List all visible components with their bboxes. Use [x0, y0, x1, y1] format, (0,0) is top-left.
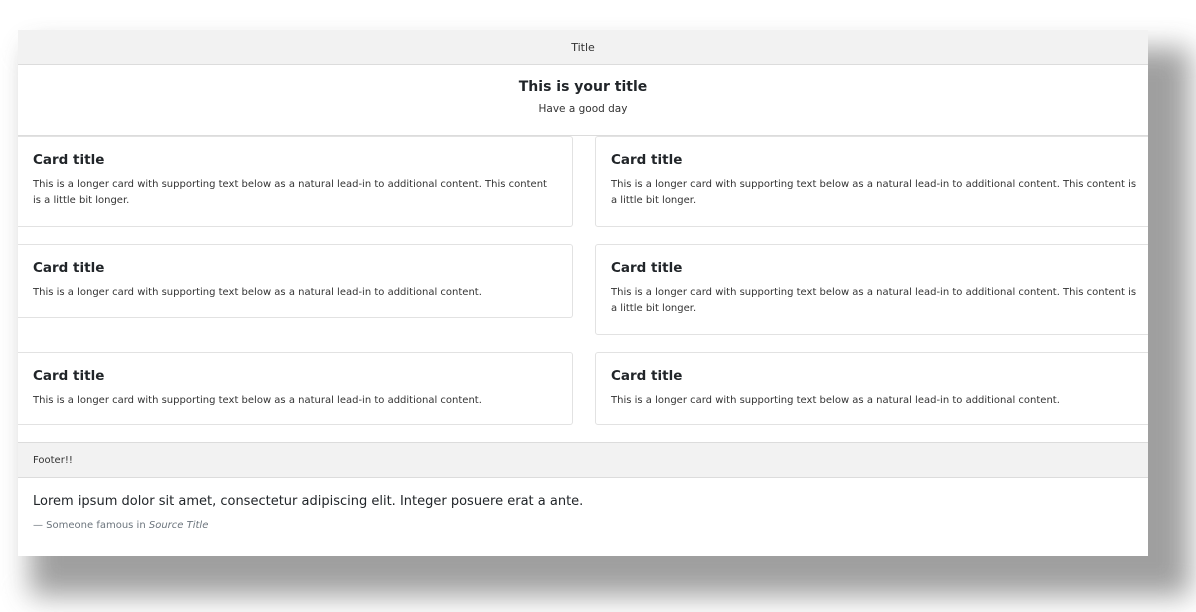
- card-1: Card title This is a longer card with su…: [18, 136, 573, 227]
- hero-title: This is your title: [518, 79, 648, 95]
- hero-subtitle: Have a good day: [538, 103, 628, 115]
- card-5: Card title This is a longer card with su…: [18, 352, 573, 425]
- footer-bar: Footer!!: [18, 442, 1148, 478]
- quote-source: Source Title: [148, 520, 209, 531]
- card-title: Card title: [611, 260, 683, 276]
- page-window: Title This is your title Have a good day…: [18, 30, 1148, 556]
- card-6: Card title This is a longer card with su…: [595, 352, 1148, 425]
- card-3: Card title This is a longer card with su…: [18, 244, 573, 318]
- card-text: This is a longer card with supporting te…: [611, 179, 1137, 206]
- card-title: Card title: [611, 368, 683, 384]
- card-4: Card title This is a longer card with su…: [595, 244, 1148, 335]
- card-title: Card title: [611, 152, 683, 168]
- card-2: Card title This is a longer card with su…: [595, 136, 1148, 227]
- quote-attribution: — Someone famous in: [33, 520, 146, 531]
- card-text: This is a longer card with supporting te…: [611, 287, 1137, 314]
- card-title: Card title: [33, 260, 105, 276]
- hero-section: This is your title Have a good day: [18, 65, 1148, 136]
- header-title: Title: [571, 40, 595, 54]
- card-text: This is a longer card with supporting te…: [33, 287, 482, 298]
- card-text: This is a longer card with supporting te…: [33, 395, 482, 406]
- card-text: This is a longer card with supporting te…: [611, 395, 1060, 406]
- top-header: Title: [18, 30, 1148, 65]
- card-title: Card title: [33, 368, 105, 384]
- blockquote: Lorem ipsum dolor sit amet, consectetur …: [33, 494, 1133, 531]
- card-title: Card title: [33, 152, 105, 168]
- footer-label: Footer!!: [33, 454, 73, 466]
- quote-text: Lorem ipsum dolor sit amet, consectetur …: [33, 494, 584, 509]
- card-text: This is a longer card with supporting te…: [33, 179, 547, 206]
- quote-footer: — Someone famous in Source Title: [33, 520, 1133, 531]
